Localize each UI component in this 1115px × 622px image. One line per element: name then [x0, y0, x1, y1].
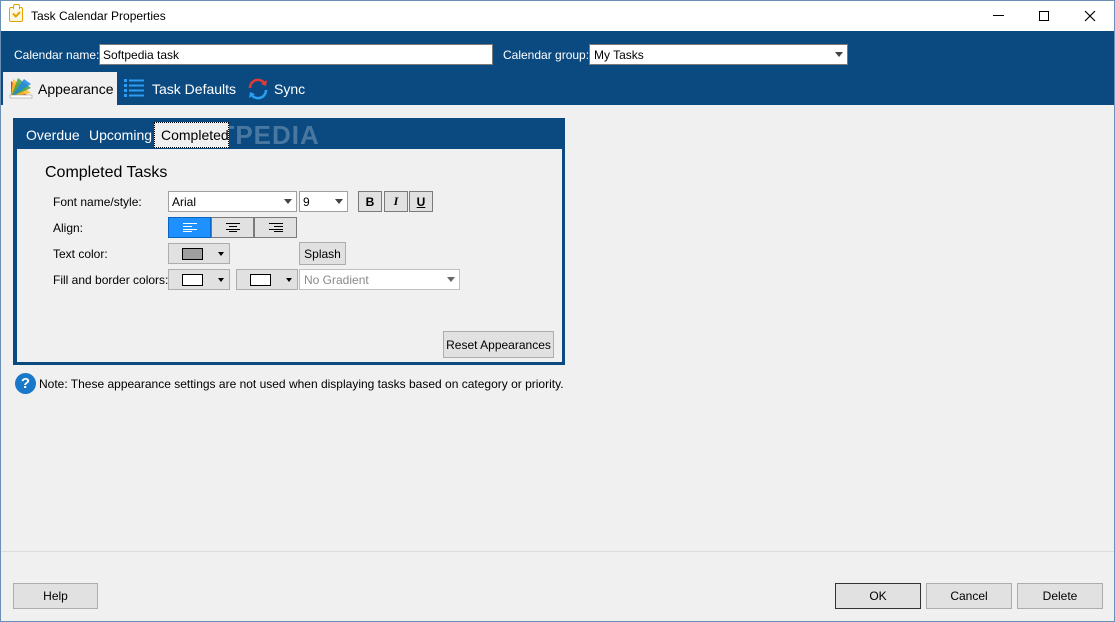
chevron-down-icon — [286, 278, 292, 282]
border-color-picker[interactable] — [236, 269, 298, 290]
reset-appearances-button[interactable]: Reset Appearances — [443, 331, 554, 358]
align-right-button[interactable] — [254, 217, 297, 238]
fill-border-label: Fill and border colors: — [53, 273, 169, 287]
tab-task-defaults-label: Task Defaults — [152, 81, 237, 97]
gradient-value: No Gradient — [304, 273, 369, 287]
align-right-icon — [268, 223, 283, 232]
chevron-down-icon — [284, 199, 292, 204]
subtab-upcoming[interactable]: Upcoming — [89, 127, 152, 143]
cancel-button[interactable]: Cancel — [926, 583, 1012, 609]
font-size-select[interactable]: 9 — [299, 191, 348, 212]
chevron-down-icon — [447, 277, 455, 282]
list-icon — [124, 79, 144, 97]
text-color-picker[interactable] — [168, 243, 230, 264]
maximize-icon — [1039, 10, 1049, 21]
font-label: Font name/style: — [53, 195, 142, 209]
font-name-value: Arial — [172, 195, 197, 209]
close-icon — [1084, 10, 1096, 21]
tab-appearance-label: Appearance — [38, 81, 114, 97]
fill-color-picker[interactable] — [168, 269, 230, 290]
calendar-group-select[interactable]: My Tasks — [589, 44, 848, 65]
minimize-button[interactable] — [975, 0, 1021, 31]
bold-button[interactable]: B — [358, 191, 382, 212]
calendar-name-label: Calendar name: — [14, 48, 100, 62]
align-left-icon — [182, 223, 197, 232]
chevron-down-icon — [835, 52, 843, 57]
help-icon: ? — [15, 373, 36, 394]
ok-button[interactable]: OK — [835, 583, 921, 609]
underline-button[interactable]: U — [409, 191, 433, 212]
fill-color-swatch — [182, 274, 203, 286]
tab-task-defaults[interactable]: Task Defaults — [122, 72, 240, 105]
chevron-down-icon — [218, 278, 224, 282]
maximize-button[interactable] — [1021, 0, 1067, 31]
sync-icon — [248, 78, 268, 100]
chevron-down-icon — [335, 199, 343, 204]
chevron-down-icon — [218, 252, 224, 256]
window-title: Task Calendar Properties — [31, 9, 166, 23]
tab-sync[interactable]: Sync — [245, 72, 315, 105]
font-size-value: 9 — [303, 195, 310, 209]
splash-button[interactable]: Splash — [299, 242, 346, 265]
align-left-button[interactable] — [168, 217, 211, 238]
border-color-swatch — [250, 274, 271, 286]
title-bar — [0, 0, 1115, 31]
gradient-select[interactable]: No Gradient — [299, 269, 460, 290]
align-center-button[interactable] — [211, 217, 254, 238]
minimize-icon — [992, 15, 1004, 16]
align-center-icon — [225, 223, 240, 232]
tab-sync-label: Sync — [274, 81, 306, 97]
calendar-group-label: Calendar group: — [503, 48, 590, 62]
subtab-completed[interactable]: Completed — [154, 122, 229, 148]
close-button[interactable] — [1067, 0, 1113, 31]
clipboard-check-icon — [9, 4, 23, 22]
delete-button[interactable]: Delete — [1017, 583, 1103, 609]
align-label: Align: — [53, 221, 84, 235]
text-color-swatch — [182, 248, 203, 260]
section-title: Completed Tasks — [45, 164, 168, 181]
calendar-name-input[interactable] — [99, 44, 493, 65]
tab-appearance[interactable]: Appearance — [3, 72, 117, 105]
help-button[interactable]: Help — [13, 583, 98, 609]
note-text: Note: These appearance settings are not … — [39, 377, 564, 391]
subtab-overdue[interactable]: Overdue — [26, 127, 80, 143]
italic-button[interactable]: I — [384, 191, 408, 212]
text-color-label: Text color: — [53, 247, 108, 261]
font-name-select[interactable]: Arial — [168, 191, 297, 212]
palette-icon — [9, 78, 33, 99]
calendar-group-value: My Tasks — [594, 48, 644, 62]
